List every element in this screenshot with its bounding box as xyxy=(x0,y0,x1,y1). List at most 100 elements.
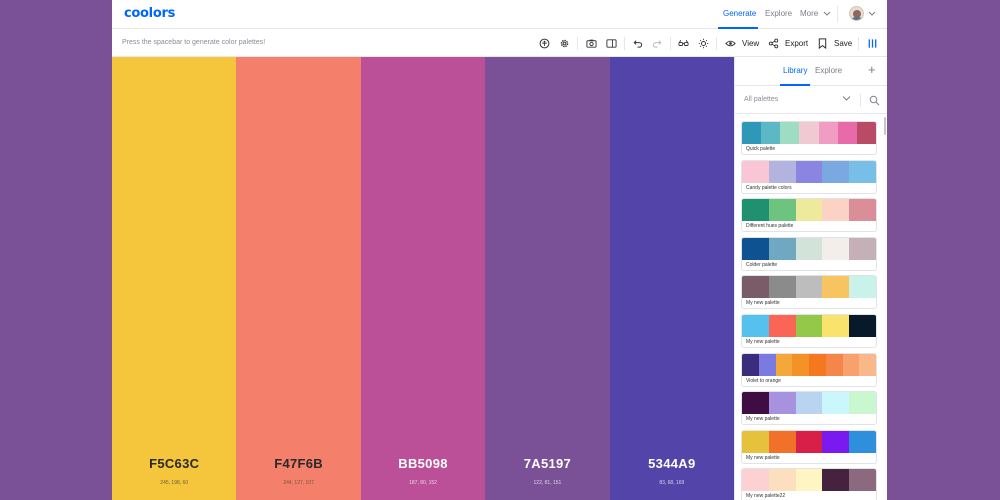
palette-swatch xyxy=(822,237,850,260)
palette-swatch xyxy=(742,315,769,337)
layout-icon[interactable] xyxy=(605,37,617,49)
eye-icon[interactable] xyxy=(724,37,736,49)
export-button[interactable]: Export xyxy=(785,39,808,48)
saved-palette-card[interactable]: My new palette xyxy=(741,275,877,310)
filter-chevron-icon[interactable] xyxy=(842,95,851,102)
saved-palette-card[interactable]: My new palette xyxy=(741,429,877,464)
color-hex-code[interactable]: 5344A9 xyxy=(610,456,734,471)
palette-swatch xyxy=(795,315,823,337)
settings-gear-icon[interactable] xyxy=(558,37,570,49)
palette-swatch xyxy=(795,276,823,299)
palette-swatch xyxy=(742,160,769,183)
toolbar-divider xyxy=(624,37,625,50)
palette-swatch xyxy=(775,353,793,376)
library-panel: Library Explore + All palettes Quick pal… xyxy=(734,57,887,500)
tab-library[interactable]: Library xyxy=(783,66,807,75)
palette-swatch xyxy=(768,469,796,492)
color-rgb-values: 245, 198, 60 xyxy=(160,480,189,486)
palette-swatch xyxy=(742,392,769,415)
add-palette-plus-icon[interactable]: + xyxy=(868,62,876,77)
palette-name: Quick palette xyxy=(746,146,776,152)
bookmark-icon[interactable] xyxy=(816,37,828,49)
color-hex-code[interactable]: BB5098 xyxy=(361,456,485,471)
palette-swatch xyxy=(780,122,800,144)
toolbar-divider xyxy=(858,37,859,50)
palette-swatch xyxy=(792,353,809,376)
palette-swatch xyxy=(795,469,823,492)
nav-generate[interactable]: Generate xyxy=(723,9,756,18)
spacebar-hint: Press the spacebar to generate color pal… xyxy=(122,39,266,46)
palette-name: Violet to orange xyxy=(746,377,781,384)
color-column[interactable]: 5344A9 83, 68, 169 xyxy=(609,57,735,500)
palette-swatch xyxy=(795,430,823,453)
account-chevron-icon[interactable] xyxy=(868,11,876,17)
accessibility-icon[interactable] xyxy=(538,37,550,49)
nav-more[interactable]: More xyxy=(800,9,818,18)
user-avatar[interactable] xyxy=(849,6,864,21)
brightness-icon[interactable] xyxy=(697,37,709,49)
palette-columns: F5C63C 245, 198, 60 F47F6B 244, 127, 107 BB5… xyxy=(112,57,735,500)
palette-swatch-strip xyxy=(742,469,876,492)
panel-tab-indicator xyxy=(780,84,810,86)
glasses-icon[interactable] xyxy=(677,37,689,49)
palette-swatch xyxy=(822,469,850,492)
palette-swatch xyxy=(742,469,769,492)
palette-swatch-strip xyxy=(742,276,876,299)
color-column[interactable]: 7A5197 122, 81, 151 xyxy=(485,57,610,500)
palette-swatch xyxy=(849,315,876,337)
save-button[interactable]: Save xyxy=(834,39,852,48)
saved-palette-card[interactable]: My new palette22 xyxy=(741,468,877,500)
palette-swatch xyxy=(842,353,860,376)
share-icon[interactable] xyxy=(767,37,779,49)
palette-swatch xyxy=(849,276,876,299)
saved-palette-card[interactable]: Violet to orange xyxy=(741,352,877,387)
saved-palette-card[interactable]: My new palette xyxy=(741,391,877,426)
saved-palette-card[interactable]: My new palette xyxy=(741,314,877,348)
filter-divider xyxy=(860,94,861,107)
palette-swatch xyxy=(799,122,819,144)
palette-swatch-strip xyxy=(742,199,876,222)
palette-swatch xyxy=(742,353,759,376)
color-column[interactable]: F5C63C 245, 198, 60 xyxy=(112,57,237,500)
palette-swatch xyxy=(758,353,776,376)
color-column[interactable]: BB5098 187, 80, 152 xyxy=(360,57,486,500)
library-panel-icon[interactable] xyxy=(866,37,878,49)
palette-swatch-strip xyxy=(742,315,876,337)
palette-name: Different hues palette xyxy=(746,223,794,230)
palette-filter: All palettes xyxy=(735,87,887,114)
palette-swatch xyxy=(849,392,876,415)
palette-swatch xyxy=(837,122,857,144)
palette-swatch xyxy=(822,160,850,183)
redo-icon[interactable] xyxy=(651,37,663,49)
color-column[interactable]: F47F6B 244, 127, 107 xyxy=(236,57,361,500)
palette-swatch xyxy=(768,237,796,260)
undo-icon[interactable] xyxy=(631,37,643,49)
palette-name: My new palette xyxy=(746,416,780,423)
saved-palette-card[interactable]: Colder palette xyxy=(741,236,877,271)
palette-filter-select[interactable]: All palettes xyxy=(744,96,778,103)
palette-name: My new palette xyxy=(746,300,780,307)
palette-swatch xyxy=(849,237,876,260)
view-button[interactable]: View xyxy=(742,39,759,48)
color-rgb-values: 187, 80, 152 xyxy=(409,480,437,486)
color-rgb-values: 122, 81, 151 xyxy=(533,480,562,486)
saved-palette-card[interactable]: Candy palette colors xyxy=(741,159,877,194)
saved-palette-card[interactable]: Quick palette xyxy=(741,121,877,155)
palette-name: My new palette xyxy=(746,339,780,345)
saved-palette-card[interactable]: Different hues palette xyxy=(741,198,877,233)
tab-explore[interactable]: Explore xyxy=(815,66,842,75)
palette-swatch xyxy=(859,353,876,376)
coolors-logo[interactable]: coolors xyxy=(124,6,175,21)
color-hex-code[interactable]: 7A5197 xyxy=(485,456,609,471)
panel-scrollbar[interactable] xyxy=(884,117,886,135)
camera-icon[interactable] xyxy=(585,37,597,49)
color-hex-code[interactable]: F5C63C xyxy=(112,456,236,471)
palette-name: Colder palette xyxy=(746,261,778,268)
nav-explore[interactable]: Explore xyxy=(765,9,792,18)
color-rgb-values: 244, 127, 107 xyxy=(283,480,314,486)
color-hex-code[interactable]: F47F6B xyxy=(236,456,360,471)
more-chevron-icon[interactable] xyxy=(823,11,831,17)
palette-swatch xyxy=(768,276,796,299)
search-icon[interactable] xyxy=(869,95,880,106)
palette-swatch xyxy=(761,122,781,144)
